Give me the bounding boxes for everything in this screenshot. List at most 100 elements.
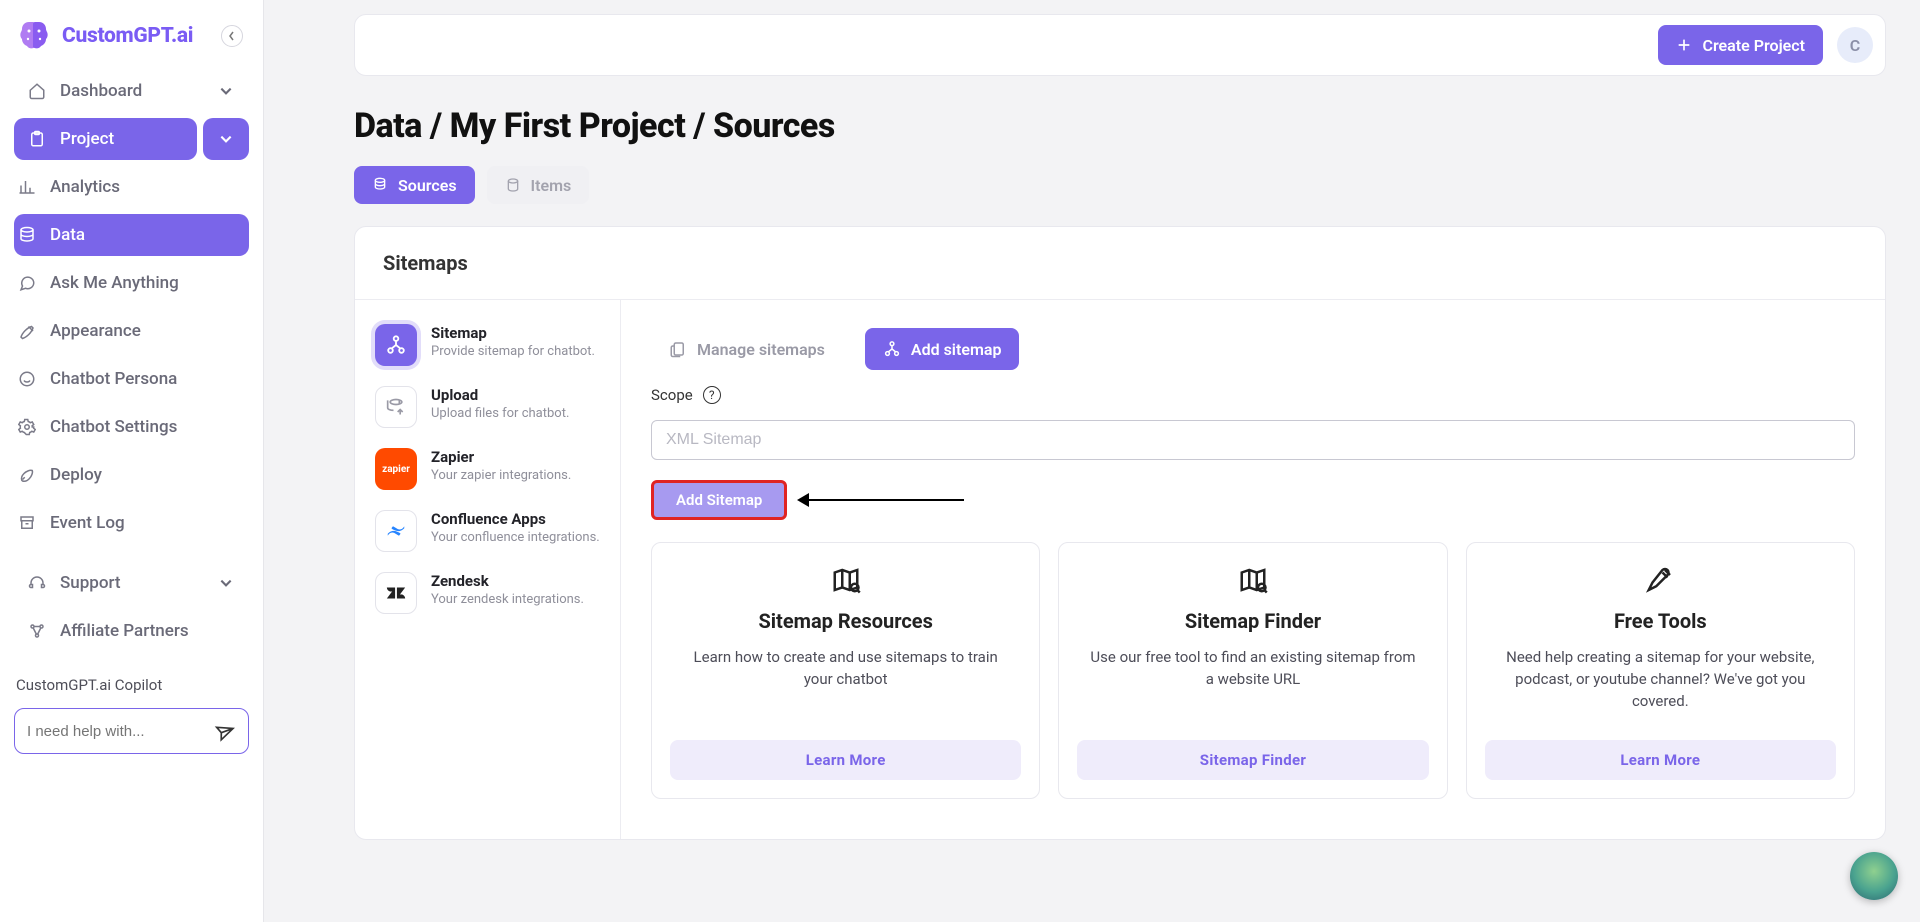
user-avatar[interactable]: C xyxy=(1837,27,1873,63)
card-desc: Use our free tool to find an existing si… xyxy=(1088,647,1418,691)
source-type-list: Sitemap Provide sitemap for chatbot. Upl… xyxy=(355,300,621,839)
source-title: Zendesk xyxy=(431,572,584,590)
scope-label-row: Scope ? xyxy=(651,386,1855,404)
button-label: Create Project xyxy=(1702,36,1805,55)
nav-label: Affiliate Partners xyxy=(60,621,189,641)
cta-label: Learn More xyxy=(1620,751,1700,769)
breadcrumb: Data / My First Project / Sources xyxy=(354,76,1886,166)
home-icon xyxy=(28,82,46,100)
nav-project-expand[interactable] xyxy=(203,118,249,160)
nav-settings[interactable]: Chatbot Settings xyxy=(14,406,249,448)
source-title: Upload xyxy=(431,386,569,404)
map-icon xyxy=(831,565,861,595)
main: Create Project C Data / My First Project… xyxy=(264,0,1920,922)
tab-sources[interactable]: Sources xyxy=(354,166,475,204)
nav-label: Deploy xyxy=(50,465,102,485)
source-confluence[interactable]: Confluence Apps Your confluence integrat… xyxy=(369,506,606,556)
collapse-sidebar-button[interactable] xyxy=(221,25,243,47)
nav-project-row: Project xyxy=(14,118,249,160)
cta-label: Sitemap Finder xyxy=(1200,751,1306,769)
source-desc: Provide sitemap for chatbot. xyxy=(431,344,595,360)
chevron-left-icon xyxy=(227,31,237,41)
card-cta[interactable]: Learn More xyxy=(1485,740,1836,780)
list-icon xyxy=(505,177,521,193)
tools-icon xyxy=(1645,565,1675,595)
headphones-icon xyxy=(28,574,46,592)
nav-data[interactable]: Data xyxy=(14,214,249,256)
nav-dashboard[interactable]: Dashboard xyxy=(14,70,197,112)
panel-body: Sitemap Provide sitemap for chatbot. Upl… xyxy=(355,300,1885,839)
nav-project[interactable]: Project xyxy=(14,118,197,160)
help-chat-bubble[interactable] xyxy=(1850,852,1898,900)
nav-dashboard-expand[interactable] xyxy=(203,70,249,112)
zapier-icon: zapier xyxy=(375,448,417,490)
scope-label: Scope xyxy=(651,386,693,404)
tab-add-sitemap[interactable]: Add sitemap xyxy=(865,328,1020,370)
send-icon[interactable] xyxy=(213,718,239,744)
nav-support[interactable]: Support xyxy=(14,562,197,604)
chevron-down-icon xyxy=(219,576,233,590)
source-detail: Manage sitemaps Add sitemap Scope ? Add … xyxy=(621,300,1885,839)
chevron-down-icon xyxy=(219,84,233,98)
sitemap-icon xyxy=(883,340,901,358)
panel-title: Sitemaps xyxy=(355,227,1885,300)
sources-panel: Sitemaps Sitemap Provide sitemap for cha… xyxy=(354,226,1886,840)
brush-icon xyxy=(18,322,36,340)
help-cards: Sitemap Resources Learn how to create an… xyxy=(651,542,1855,799)
page-tabs: Sources Items xyxy=(354,166,1886,204)
sitemap-url-input[interactable] xyxy=(651,420,1855,460)
nav-label: Chatbot Persona xyxy=(50,369,177,389)
copilot-input[interactable] xyxy=(27,723,187,740)
nav-label: Project xyxy=(60,129,114,149)
nav-dashboard-row: Dashboard xyxy=(14,70,249,112)
smile-icon xyxy=(18,370,36,388)
add-sitemap-button[interactable]: Add Sitemap xyxy=(651,480,787,520)
nav-support-expand[interactable] xyxy=(203,562,249,604)
gear-icon xyxy=(18,418,36,436)
nav-label: Dashboard xyxy=(60,81,142,101)
nav-support-row: Support xyxy=(14,562,249,604)
nav-appearance[interactable]: Appearance xyxy=(14,310,249,352)
zendesk-icon xyxy=(375,572,417,614)
nav-eventlog[interactable]: Event Log xyxy=(14,502,249,544)
nav-deploy[interactable]: Deploy xyxy=(14,454,249,496)
nav-analytics[interactable]: Analytics xyxy=(14,166,249,208)
sidebar: CustomGPT.ai Dashboard Project xyxy=(0,0,264,922)
card-sitemap-resources: Sitemap Resources Learn how to create an… xyxy=(651,542,1040,799)
map-search-icon xyxy=(1238,565,1268,595)
source-zendesk[interactable]: Zendesk Your zendesk integrations. xyxy=(369,568,606,618)
tab-manage-sitemaps[interactable]: Manage sitemaps xyxy=(651,328,843,370)
source-sitemap[interactable]: Sitemap Provide sitemap for chatbot. xyxy=(369,320,606,370)
avatar-initial: C xyxy=(1850,36,1860,55)
source-title: Zapier xyxy=(431,448,571,466)
copilot-heading: CustomGPT.ai Copilot xyxy=(14,658,249,702)
nav-persona[interactable]: Chatbot Persona xyxy=(14,358,249,400)
source-zapier[interactable]: zapier Zapier Your zapier integrations. xyxy=(369,444,606,494)
tab-items[interactable]: Items xyxy=(487,166,590,204)
nav-label: Chatbot Settings xyxy=(50,417,177,437)
source-upload[interactable]: Upload Upload files for chatbot. xyxy=(369,382,606,432)
network-icon xyxy=(28,622,46,640)
source-desc: Your zendesk integrations. xyxy=(431,592,584,608)
create-project-button[interactable]: Create Project xyxy=(1658,25,1823,65)
tab-label: Manage sitemaps xyxy=(697,340,825,359)
nav-label: Support xyxy=(60,573,121,593)
card-cta[interactable]: Sitemap Finder xyxy=(1077,740,1428,780)
source-desc: Upload files for chatbot. xyxy=(431,406,569,422)
source-desc: Your zapier integrations. xyxy=(431,468,571,484)
card-sitemap-finder: Sitemap Finder Use our free tool to find… xyxy=(1058,542,1447,799)
card-cta[interactable]: Learn More xyxy=(670,740,1021,780)
upload-icon xyxy=(375,386,417,428)
help-icon[interactable]: ? xyxy=(703,386,721,404)
tab-label: Items xyxy=(531,176,572,195)
zapier-badge-text: zapier xyxy=(382,464,410,475)
nav-affiliate[interactable]: Affiliate Partners xyxy=(14,610,249,652)
nav-ask[interactable]: Ask Me Anything xyxy=(14,262,249,304)
nav-label: Ask Me Anything xyxy=(50,273,179,293)
nav-label: Event Log xyxy=(50,513,125,533)
card-title: Sitemap Resources xyxy=(758,609,932,633)
copilot-input-box[interactable] xyxy=(14,708,249,754)
cta-label: Learn More xyxy=(806,751,886,769)
brand-logo[interactable]: CustomGPT.ai xyxy=(16,18,193,54)
logo-row: CustomGPT.ai xyxy=(14,18,249,64)
